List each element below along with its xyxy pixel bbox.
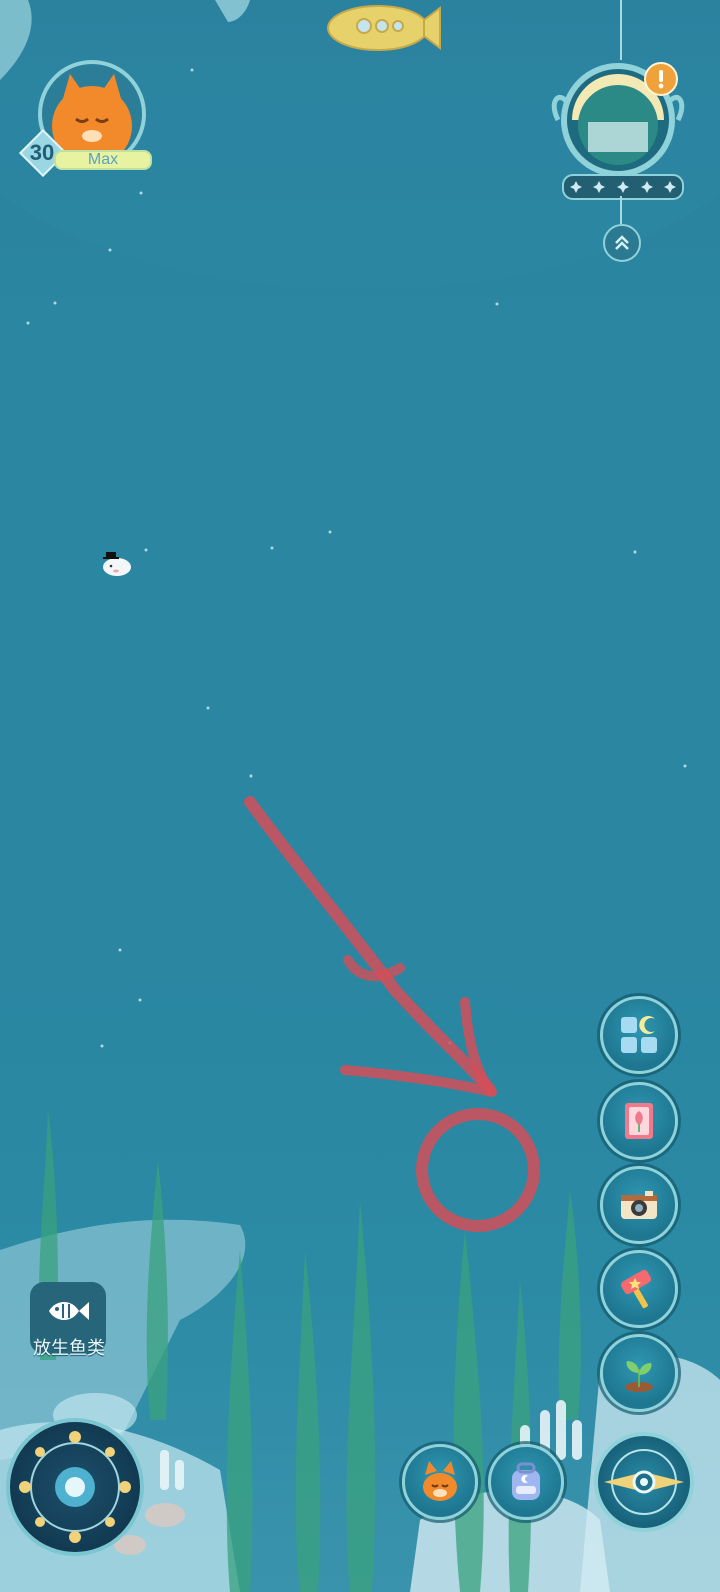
- star-icon: [569, 181, 582, 193]
- grid-moon-icon: [621, 1016, 657, 1053]
- star-icon: [664, 181, 677, 193]
- eye-compass-icon: [604, 1449, 684, 1515]
- collection-button[interactable]: [600, 996, 678, 1074]
- encyclopedia-button[interactable]: [600, 1082, 678, 1160]
- seal-creature[interactable]: [100, 546, 136, 578]
- hammer-button[interactable]: [600, 1250, 678, 1328]
- alert-badge[interactable]: [644, 62, 678, 96]
- book-icon: [625, 1103, 653, 1139]
- level-progress-bar: Max: [54, 150, 152, 170]
- hanging-line-lower: [620, 196, 622, 224]
- exclamation-icon: [658, 70, 664, 89]
- sprout-icon: [625, 1361, 653, 1392]
- submarine-icon: [327, 5, 441, 51]
- camera-button[interactable]: [600, 1166, 678, 1244]
- plant-button[interactable]: [600, 1334, 678, 1412]
- seal-with-hat-icon: [103, 552, 131, 576]
- fish-icon: [49, 1301, 89, 1321]
- star-icon: [593, 181, 606, 193]
- fox-character-button[interactable]: [402, 1444, 478, 1520]
- camera-icon: [621, 1191, 657, 1219]
- rating-stars-plate: [562, 174, 684, 200]
- backpack-icon: [512, 1462, 540, 1500]
- expand-button[interactable]: [603, 224, 641, 262]
- eye-compass-button[interactable]: [594, 1432, 694, 1532]
- annotation-arrow: [244, 796, 540, 1232]
- submarine[interactable]: [326, 0, 442, 54]
- star-icon: [640, 181, 653, 193]
- hammer-icon: [620, 1269, 652, 1309]
- moon-compass-icon: [19, 1431, 131, 1543]
- backpack-button[interactable]: [488, 1444, 564, 1520]
- hanging-line: [620, 0, 622, 60]
- moon-compass-button[interactable]: [6, 1418, 144, 1556]
- fox-icon: [423, 1461, 457, 1501]
- star-icon: [616, 181, 629, 193]
- release-fish-label: 放生鱼类: [33, 1338, 105, 1358]
- double-chevron-up-icon: [615, 235, 629, 250]
